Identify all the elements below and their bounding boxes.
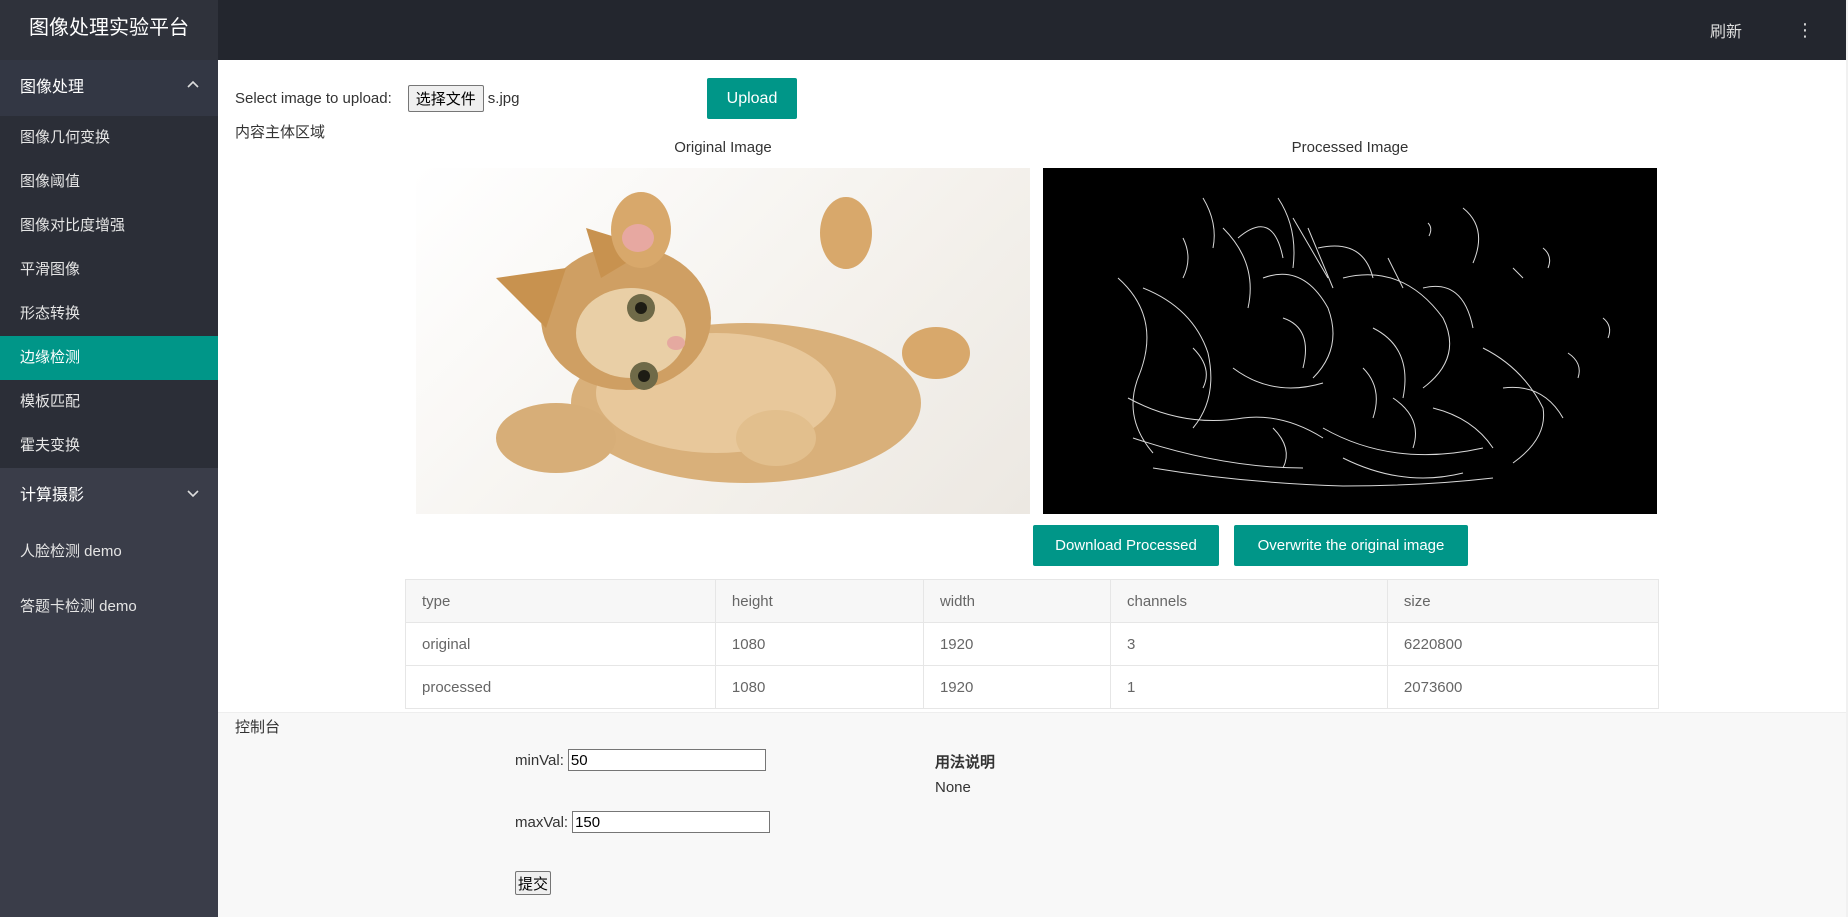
- content-area-label: 内容主体区域: [235, 124, 326, 141]
- column-header-width: width: [922, 579, 1111, 623]
- sidebar-item-face-detection[interactable]: 人脸检测 demo: [0, 524, 218, 579]
- usage-text: None: [935, 779, 971, 796]
- max-val-input[interactable]: [572, 811, 771, 833]
- nav-group-label: 图像处理: [20, 79, 85, 96]
- submit-button[interactable]: 提交: [515, 871, 552, 895]
- nav-group-label: 计算摄影: [20, 487, 85, 504]
- table-row: original 1080 1920 3 6220800: [405, 622, 1660, 666]
- sidebar: 图像处理 图像几何变换 图像阈值 图像对比度增强 平滑图像 形态转换 边缘检测 …: [0, 60, 218, 917]
- max-val-label: maxVal:: [515, 813, 569, 831]
- upload-label: Select image to upload:: [235, 89, 392, 107]
- column-header-type: type: [405, 579, 716, 623]
- table-cell: 1920: [922, 665, 1111, 709]
- chevron-down-icon: [186, 468, 200, 524]
- table-cell: processed: [405, 665, 716, 709]
- app-logo: 图像处理实验平台: [0, 0, 218, 60]
- chevron-up-icon: [186, 60, 200, 116]
- min-val-field: minVal:: [515, 749, 766, 771]
- sidebar-item-smoothing[interactable]: 平滑图像: [0, 248, 218, 292]
- table-cell: original: [405, 622, 716, 666]
- usage-title: 用法说明: [935, 754, 996, 771]
- table-cell: 1080: [714, 665, 924, 709]
- download-processed-button[interactable]: Download Processed: [1033, 525, 1219, 566]
- more-menu-icon[interactable]: ⋮: [1792, 20, 1818, 41]
- sidebar-item-hough-transform[interactable]: 霍夫变换: [0, 424, 218, 468]
- min-val-label: minVal:: [515, 751, 564, 769]
- original-image: [416, 168, 1030, 514]
- image-info-table: type height width channels size original…: [405, 579, 1660, 709]
- table-header-row: type height width channels size: [405, 579, 1660, 623]
- sidebar-item-geometric-transform[interactable]: 图像几何变换: [0, 116, 218, 160]
- sidebar-item-contrast-enhance[interactable]: 图像对比度增强: [0, 204, 218, 248]
- sidebar-item-threshold[interactable]: 图像阈值: [0, 160, 218, 204]
- selected-file-name: s.jpg: [487, 89, 520, 107]
- sidebar-item-edge-detection[interactable]: 边缘检测: [0, 336, 218, 380]
- upload-form: Select image to upload: 选择文件 s.jpg: [235, 78, 519, 118]
- table-cell: 3: [1109, 622, 1388, 666]
- sidebar-item-answer-sheet[interactable]: 答题卡检测 demo: [0, 579, 218, 634]
- column-header-size: size: [1386, 579, 1660, 623]
- original-image-title: Original Image: [674, 139, 772, 156]
- console-panel: 控制台 minVal: maxVal: 提交 用法说明 None: [218, 712, 1846, 917]
- processed-image: [1043, 168, 1657, 514]
- subnav-image-processing: 图像几何变换 图像阈值 图像对比度增强 平滑图像 形态转换 边缘检测 模板匹配 …: [0, 116, 218, 468]
- processed-image-title: Processed Image: [1291, 139, 1409, 156]
- table-cell: 1920: [922, 622, 1111, 666]
- table-cell: 1: [1109, 665, 1388, 709]
- main-content: Select image to upload: 选择文件 s.jpg Uploa…: [218, 60, 1846, 917]
- refresh-button[interactable]: 刷新: [1710, 18, 1742, 42]
- sidebar-item-morphology[interactable]: 形态转换: [0, 292, 218, 336]
- min-val-input[interactable]: [567, 749, 766, 771]
- overwrite-original-button[interactable]: Overwrite the original image: [1234, 525, 1468, 566]
- nav-group-computational-photography[interactable]: 计算摄影: [0, 468, 218, 524]
- nav-group-image-processing[interactable]: 图像处理: [0, 60, 218, 116]
- header-actions: 刷新 ⋮: [1710, 0, 1818, 60]
- top-header: 图像处理实验平台 刷新 ⋮: [0, 0, 1848, 60]
- table-cell: 2073600: [1386, 665, 1660, 709]
- max-val-field: maxVal:: [515, 811, 771, 833]
- table-row: processed 1080 1920 1 2073600: [405, 665, 1660, 709]
- choose-file-button[interactable]: 选择文件: [407, 84, 484, 112]
- column-header-height: height: [714, 579, 924, 623]
- table-cell: 1080: [714, 622, 924, 666]
- upload-button[interactable]: Upload: [707, 78, 797, 119]
- console-label: 控制台: [235, 719, 281, 736]
- column-header-channels: channels: [1109, 579, 1388, 623]
- table-cell: 6220800: [1386, 622, 1660, 666]
- sidebar-item-template-matching[interactable]: 模板匹配: [0, 380, 218, 424]
